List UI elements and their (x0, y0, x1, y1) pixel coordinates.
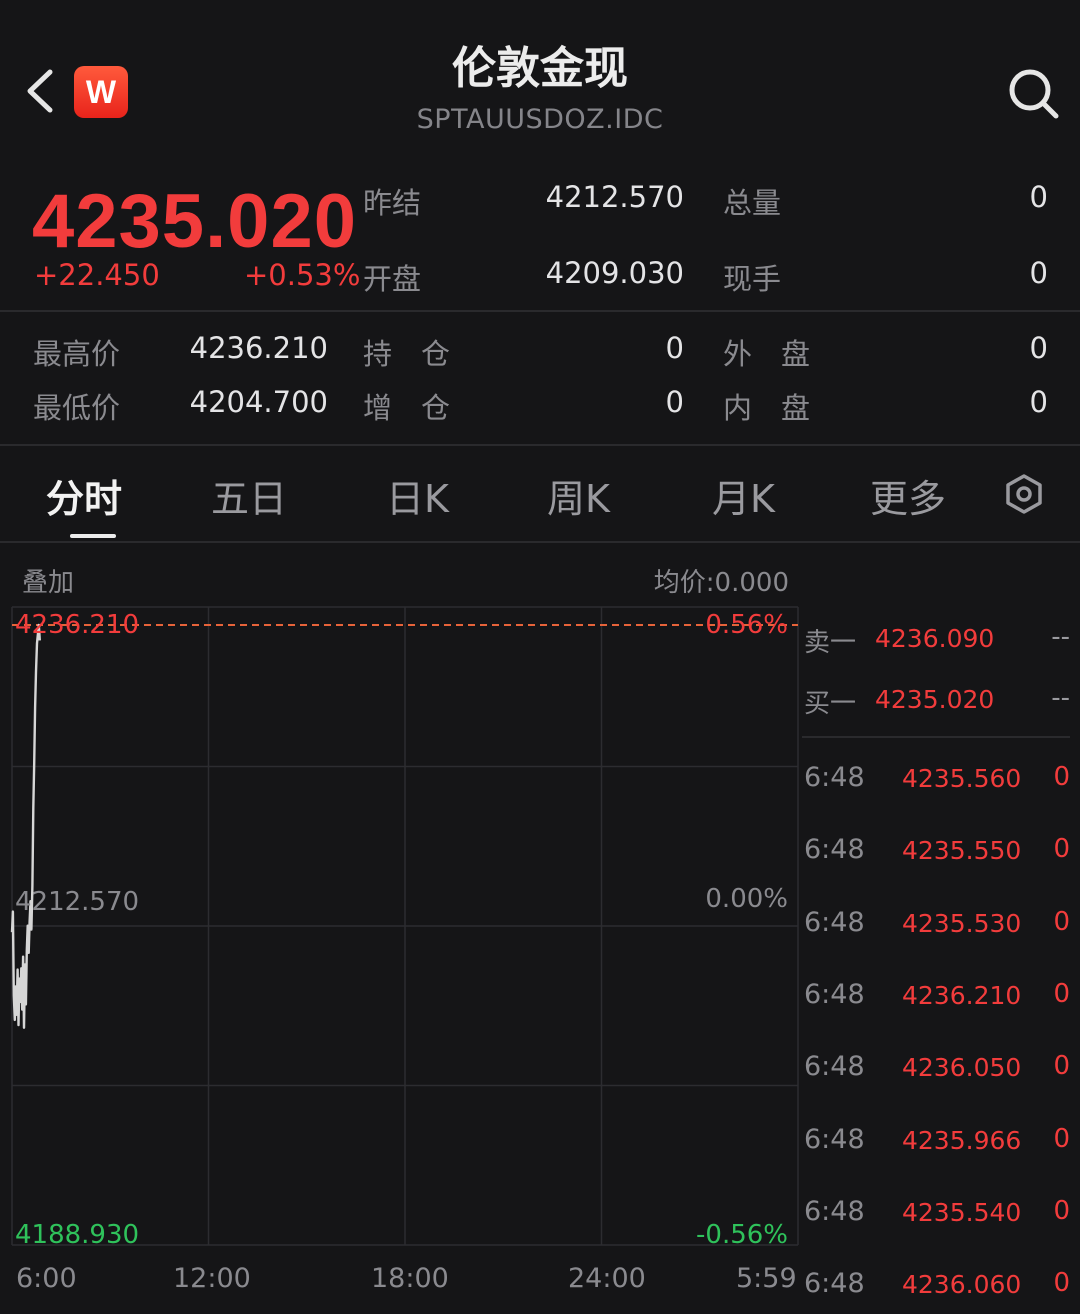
last-price: 4235.020 (32, 179, 357, 264)
tick-price: 4235.530 (902, 908, 1022, 938)
settings-icon (1006, 474, 1042, 514)
bid-volume: -- (1051, 683, 1070, 713)
intraday-chart[interactable] (0, 545, 800, 1314)
outer-volume-value: 0 (1029, 331, 1048, 365)
tick-volume: 0 (1053, 834, 1070, 865)
tick-volume: 0 (1053, 906, 1070, 937)
open-interest-value: 0 (665, 331, 684, 365)
prev-settle-label: 昨结 (363, 186, 422, 220)
tick-price: 4235.550 (902, 836, 1022, 866)
tab-daily-k[interactable]: 日K (386, 468, 449, 523)
tick-price: 4236.210 (902, 980, 1022, 1010)
pct-axis-bottom-label: -0.56% (696, 1220, 788, 1250)
tick-time: 6:48 (804, 834, 865, 866)
tab-monthly-k[interactable]: 月K (712, 468, 775, 523)
divider (0, 310, 1080, 312)
tick-time: 6:48 (804, 978, 865, 1010)
tick-volume: 0 (1053, 1123, 1070, 1154)
low-value: 4204.700 (189, 385, 328, 419)
price-change-percent: +0.53% (244, 258, 361, 292)
prev-settle-value: 4212.570 (545, 180, 684, 214)
price-change: +22.450 (34, 258, 160, 292)
x-axis-tick: 6:00 (16, 1263, 77, 1294)
tick-volume: 0 (1053, 1268, 1070, 1299)
chart-settings-button[interactable] (1002, 472, 1046, 516)
tick-price: 4236.060 (902, 1270, 1022, 1300)
divider (802, 736, 1070, 738)
inner-volume-value: 0 (1029, 385, 1048, 419)
tick-price: 4236.050 (902, 1053, 1022, 1083)
tick-price: 4235.540 (902, 1197, 1022, 1227)
search-button[interactable] (1006, 66, 1062, 122)
x-axis-tick: 5:59 (736, 1263, 797, 1294)
x-axis-tick: 18:00 (371, 1263, 449, 1294)
pct-axis-mid-label: 0.00% (705, 884, 788, 914)
divider (0, 541, 1080, 543)
price-series-line (10, 623, 41, 1029)
page-title: 伦敦金现 (452, 43, 628, 94)
oi-change-label: 增 仓 (363, 391, 451, 425)
oi-change-value: 0 (665, 385, 684, 419)
inner-volume-label: 内 盘 (723, 391, 811, 425)
x-axis-tick: 24:00 (568, 1263, 646, 1294)
tick-time: 6:48 (804, 1123, 865, 1155)
open-interest-label: 持 仓 (363, 337, 451, 371)
total-volume-value: 0 (1029, 180, 1048, 214)
avg-price-readout: 均价:0.000 (653, 568, 789, 598)
tab-five-day[interactable]: 五日 (211, 468, 287, 523)
ask-price: 4236.090 (875, 624, 995, 653)
tick-volume: 0 (1053, 1195, 1070, 1226)
ask-volume: -- (1051, 622, 1070, 652)
tick-volume: 0 (1053, 762, 1070, 792)
tick-time: 6:48 (804, 906, 865, 938)
ask-label: 卖一 (804, 628, 857, 658)
bid-label: 买一 (804, 689, 857, 719)
y-axis-mid-label: 4212.570 (15, 887, 140, 917)
tick-time: 6:48 (804, 762, 865, 793)
tick-time: 6:48 (804, 1268, 865, 1300)
y-axis-top-label: 4236.210 (15, 610, 140, 640)
open-value: 4209.030 (545, 256, 684, 290)
pct-axis-top-label: 0.56% (705, 610, 788, 640)
symbol-code: SPTAUUSDOZ.IDC (416, 104, 664, 135)
open-label: 开盘 (363, 262, 422, 296)
high-value: 4236.210 (189, 331, 328, 365)
tick-volume: 0 (1053, 1051, 1070, 1082)
current-hand-label: 现手 (723, 262, 782, 296)
low-label: 最低价 (33, 391, 121, 425)
outer-volume-label: 外 盘 (723, 337, 811, 371)
bid-price: 4235.020 (875, 685, 995, 714)
tick-price: 4235.560 (902, 764, 1022, 793)
search-icon (1009, 69, 1059, 119)
tick-price: 4235.966 (902, 1125, 1022, 1155)
high-label: 最高价 (33, 337, 121, 371)
tick-volume: 0 (1053, 978, 1070, 1009)
tab-weekly-k[interactable]: 周K (547, 468, 610, 523)
tick-time: 6:48 (804, 1195, 865, 1227)
x-axis-tick: 12:00 (173, 1263, 251, 1294)
total-volume-label: 总量 (723, 186, 782, 220)
overlay-button[interactable]: 叠加 (22, 562, 74, 599)
tab-more[interactable]: 更多 (870, 468, 946, 523)
chart-grid (11, 606, 799, 1246)
current-hand-value: 0 (1029, 256, 1048, 290)
active-tab-indicator (70, 534, 116, 538)
tick-time: 6:48 (804, 1051, 865, 1083)
tab-intraday[interactable]: 分时 (46, 468, 122, 523)
divider (0, 444, 1080, 446)
y-axis-bottom-label: 4188.930 (15, 1220, 140, 1250)
